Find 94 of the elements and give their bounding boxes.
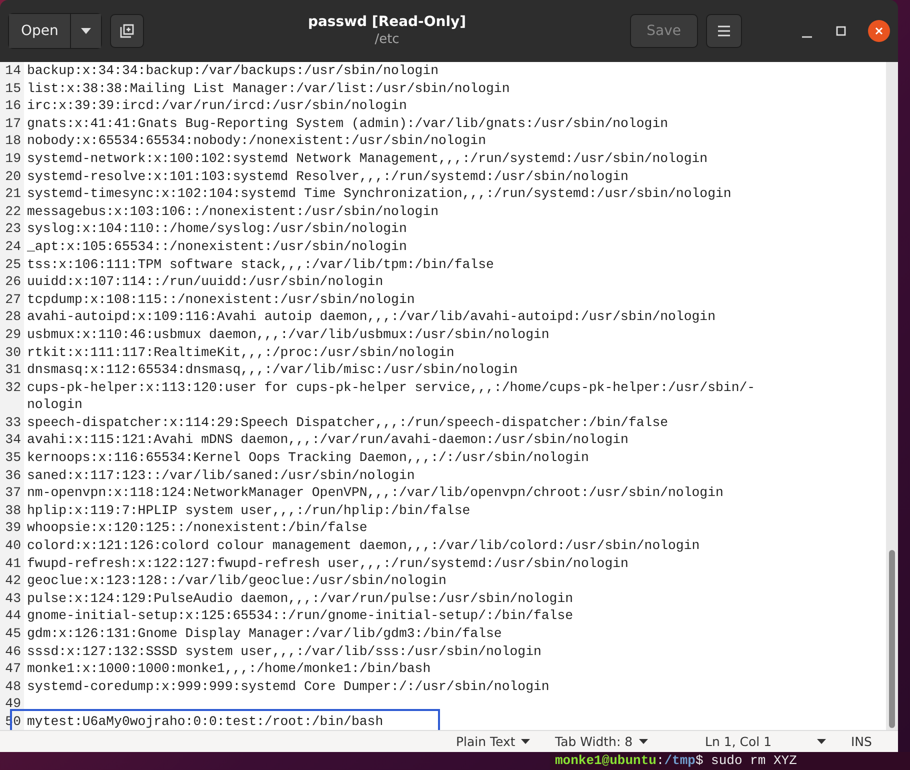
line-number: 43 [0,590,24,608]
line-number: 26 [0,273,24,291]
line-number: 19 [0,150,24,168]
code-line: fwupd-refresh:x:122:127:fwupd-refresh user,,,:/run/systemd:/usr/sbin/nologin [27,554,628,572]
window-title: passwd [Read-Only] [308,14,466,31]
line-number: 30 [0,344,24,362]
code-line: dnsmasq:x:112:65534:dnsmasq,,,:/var/lib/misc:/usr/sbin/nologin [27,361,518,379]
code-line: messagebus:x:103:106::/nonexistent:/usr/sbin/nologin [27,202,439,220]
line-number: 34 [0,431,24,450]
menu-icon [717,25,731,37]
caret-icon [638,739,648,744]
close-button[interactable] [868,20,890,42]
line-number: 24 [0,238,24,256]
line-number: 21 [0,185,24,203]
code-line: pulse:x:124:129:PulseAudio daemon,,,:/var/run/pulse:/usr/sbin/nologin [27,590,574,608]
code-line: usbmux:x:110:46:usbmux daemon,,,:/var/lib/usbmux:/usr/sbin/nologin [27,326,550,344]
line-number: 38 [0,502,24,520]
code-line: tcpdump:x:108:115::/nonexistent:/usr/sbin/nologin [27,290,415,308]
code-line: backup:x:34:34:backup:/var/backups:/usr/sbin/nologin [27,62,439,80]
line-number: 36 [0,466,24,484]
line-number: 42 [0,572,24,590]
code-line: nobody:x:65534:65534:nobody:/nonexistent:/usr/sbin/nologin [27,132,486,150]
line-number: 41 [0,554,24,572]
line-number: 48 [0,678,24,696]
code-line: kernoops:x:116:65534:Kernel Oops Tracking Daemon,,,:/:/usr/sbin/nologin [27,449,589,467]
code-line: uuidd:x:107:114::/run/uuidd:/usr/sbin/nologin [27,273,384,291]
caret-icon [81,28,92,34]
line-number: 28 [0,308,24,326]
code-line: list:x:38:38:Mailing List Manager:/var/list:/usr/sbin/nologin [27,80,510,98]
code-line: gdm:x:126:131:Gnome Display Manager:/var/lib/gdm3:/bin/false [27,625,502,643]
code-line: colord:x:121:126:colord colour management daemon,,,:/var/lib/colord:/usr/sbin/nologin [27,537,700,555]
code-line: syslog:x:104:110::/home/syslog:/usr/sbin/nologin [27,220,407,238]
code-line: gnome-initial-setup:x:125:65534::/run/gnome-initial-setup/:/bin/false [27,607,574,625]
tab-width-selector[interactable]: Tab Width: 8 [555,734,705,749]
close-icon [875,27,883,35]
cursor-position[interactable]: Ln 1, Col 1 [705,734,817,749]
line-number: 14 [0,62,24,80]
code-line: nm-openvpn:x:118:124:NetworkManager OpenVPN,,,:/var/lib/openvpn/chroot:/usr/sbin/nologin [27,484,724,502]
line-number: 33 [0,414,24,432]
insert-mode: INS [851,734,872,749]
code-line: systemd-timesync:x:102:104:systemd Time Synchronization,,,:/run/systemd:/usr/sbin/nologin [27,185,732,203]
line-number: 20 [0,168,24,186]
line-number: 16 [0,97,24,115]
line-number: 22 [0,202,24,220]
code-line: systemd-network:x:100:102:systemd Network Management,,,:/run/systemd:/usr/sbin/nologin [27,150,708,168]
language-selector[interactable]: Plain Text [456,734,555,749]
code-line: _apt:x:105:65534::/nonexistent:/usr/sbin/nologin [27,238,407,256]
minimize-icon [802,36,812,38]
line-number: 39 [0,519,24,538]
code-line: avahi-autoipd:x:109:116:Avahi autoip daemon,,,:/var/lib/avahi-autoipd:/usr/sbin/nologin [27,308,716,326]
code-line: sssd:x:127:132:SSSD system user,,,:/var/lib/sss:/usr/sbin/nologin [27,642,542,660]
line-number: 47 [0,660,24,678]
terminal-prompt: monke1@ubuntu:/tmp$ sudo rm XYZ [555,753,797,768]
menu-button[interactable] [706,14,742,48]
line-number: 23 [0,220,24,238]
code-line: monke1:x:1000:1000:monke1,,,:/home/monke1:/bin/bash [27,660,431,678]
line-number: 45 [0,625,24,643]
line-number: 32 [0,378,24,414]
new-tab-icon [119,23,136,39]
code-line: gnats:x:41:41:Gnats Bug-Reporting System (admin):/var/lib/gnats:/usr/sbin/nologin [27,114,668,132]
line-number: 25 [0,256,24,274]
code-line: geoclue:x:123:128::/var/lib/geoclue:/usr/sbin/nologin [27,572,446,590]
line-number: 29 [0,326,24,344]
code-line: cups-pk-helper:x:113:120:user for cups-pk-helper service,,,:/home/cups-pk-helper:/usr/sbin/- [27,378,756,396]
caret-icon [817,739,826,744]
code-line: hplip:x:119:7:HPLIP system user,,,:/run/hplip:/bin/false [27,502,470,520]
line-number: 46 [0,642,24,660]
line-number: 27 [0,290,24,308]
code-line: rtkit:x:111:117:RealtimeKit,,,:/proc:/usr/sbin/nologin [27,344,454,362]
maximize-icon [836,26,846,36]
code-line: saned:x:117:123::/var/lib/saned:/usr/sbin/nologin [27,466,415,484]
window-subtitle: /etc [374,31,400,48]
line-number: 17 [0,114,24,132]
line-number: 31 [0,361,24,379]
line-number: 35 [0,449,24,467]
code-line: systemd-coredump:x:999:999:systemd Core Dumper:/:/usr/sbin/nologin [27,678,550,696]
line-number: 15 [0,80,24,98]
code-line: speech-dispatcher:x:114:29:Speech Dispatcher,,,:/run/speech-dispatcher:/bin/false [27,414,668,432]
code-line: mytest:U6aMy0wojraho:0:0:test:/root:/bin/bash [27,712,384,730]
code-line: nologin [27,396,84,414]
code-line: avahi:x:115:121:Avahi mDNS daemon,,,:/var/run/avahi-daemon:/usr/sbin/nologin [27,431,628,450]
code-line: whoopsie:x:120:125::/nonexistent:/bin/false [27,519,368,538]
open-dropdown-button[interactable] [70,14,102,48]
line-number: 40 [0,537,24,555]
code-line: irc:x:39:39:ircd:/var/run/ircd:/usr/sbin/nologin [27,97,407,115]
line-number: 18 [0,132,24,150]
scrollbar-thumb[interactable] [889,550,895,728]
caret-icon [521,739,530,744]
line-number: 37 [0,484,24,502]
code-line: systemd-resolve:x:101:103:systemd Resolver,,,:/run/systemd:/usr/sbin/nologin [27,168,628,186]
code-line: tss:x:106:111:TPM software stack,,,:/var/lib/tpm:/bin/false [27,256,494,274]
line-number: 44 [0,607,24,625]
new-tab-button[interactable] [110,14,144,48]
line-number: 49 [0,695,24,713]
